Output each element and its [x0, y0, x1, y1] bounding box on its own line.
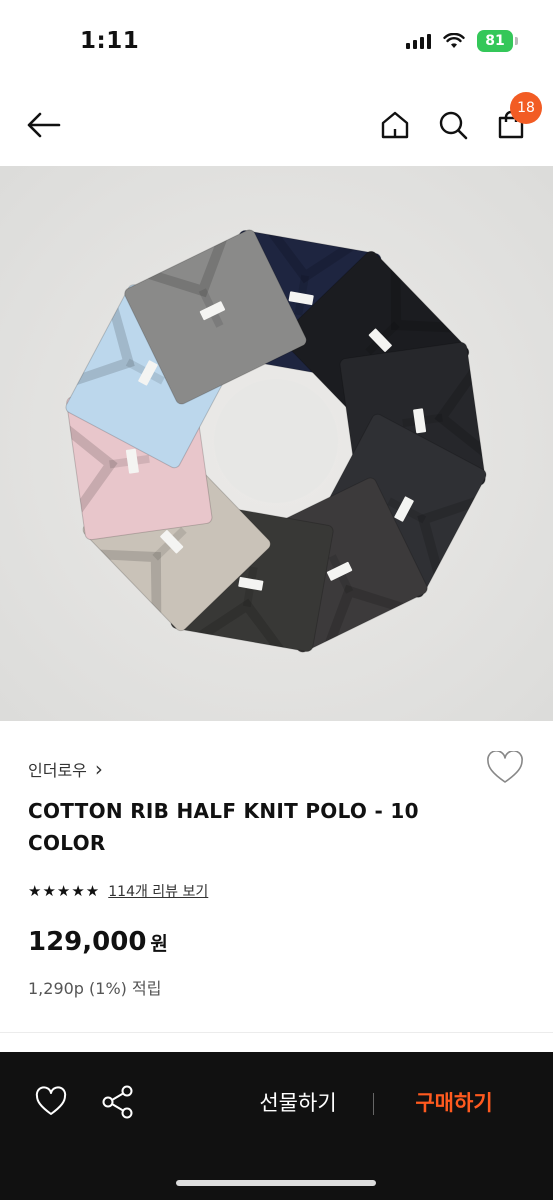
search-icon	[439, 111, 468, 140]
signal-icon	[406, 33, 431, 49]
status-icons: 81	[406, 30, 518, 52]
divider	[0, 1032, 553, 1033]
product-image[interactable]	[0, 166, 553, 721]
back-button[interactable]	[22, 104, 64, 146]
search-button[interactable]	[432, 104, 474, 146]
brand-name: 인더로우	[28, 761, 87, 780]
rating-row: ★★★★★ 114개 리뷰 보기	[28, 881, 208, 901]
brand-link[interactable]: 인더로우 ›	[28, 757, 103, 781]
chevron-right-icon: ›	[94, 757, 103, 781]
price-unit: 원	[150, 933, 168, 955]
battery-level: 81	[485, 33, 505, 49]
buy-button[interactable]: 구매하기	[394, 1085, 514, 1119]
product-title: COTTON RIB HALF KNIT POLO - 10 COLOR	[28, 799, 419, 855]
price-amount: 129,000	[28, 927, 147, 957]
wishlist-button[interactable]	[486, 750, 524, 787]
status-bar: 1:11 81	[0, 0, 553, 80]
bottom-action-bar: 선물하기 구매하기	[0, 1052, 553, 1200]
status-time: 1:11	[80, 28, 140, 54]
gift-button[interactable]: 선물하기	[238, 1085, 358, 1119]
reward-points: 1,290p (1%) 적립	[28, 979, 162, 998]
nav-bar	[0, 80, 553, 166]
home-indicator	[176, 1180, 376, 1186]
home-button[interactable]	[374, 104, 416, 146]
heart-icon	[35, 1086, 67, 1115]
wifi-icon	[443, 33, 465, 48]
share-button[interactable]	[100, 1084, 136, 1120]
button-separator	[373, 1093, 374, 1115]
price: 129,000 원	[28, 927, 168, 957]
home-icon	[381, 111, 409, 139]
heart-icon	[487, 750, 523, 783]
review-link[interactable]: 114개 리뷰 보기	[108, 881, 208, 901]
cart-count-badge: 18	[510, 92, 542, 124]
star-rating: ★★★★★	[28, 882, 101, 900]
product-photo	[0, 166, 553, 721]
bottom-wishlist-button[interactable]	[34, 1086, 68, 1120]
back-arrow-icon	[27, 112, 61, 138]
battery-icon: 81	[477, 30, 518, 52]
share-icon	[102, 1085, 133, 1119]
